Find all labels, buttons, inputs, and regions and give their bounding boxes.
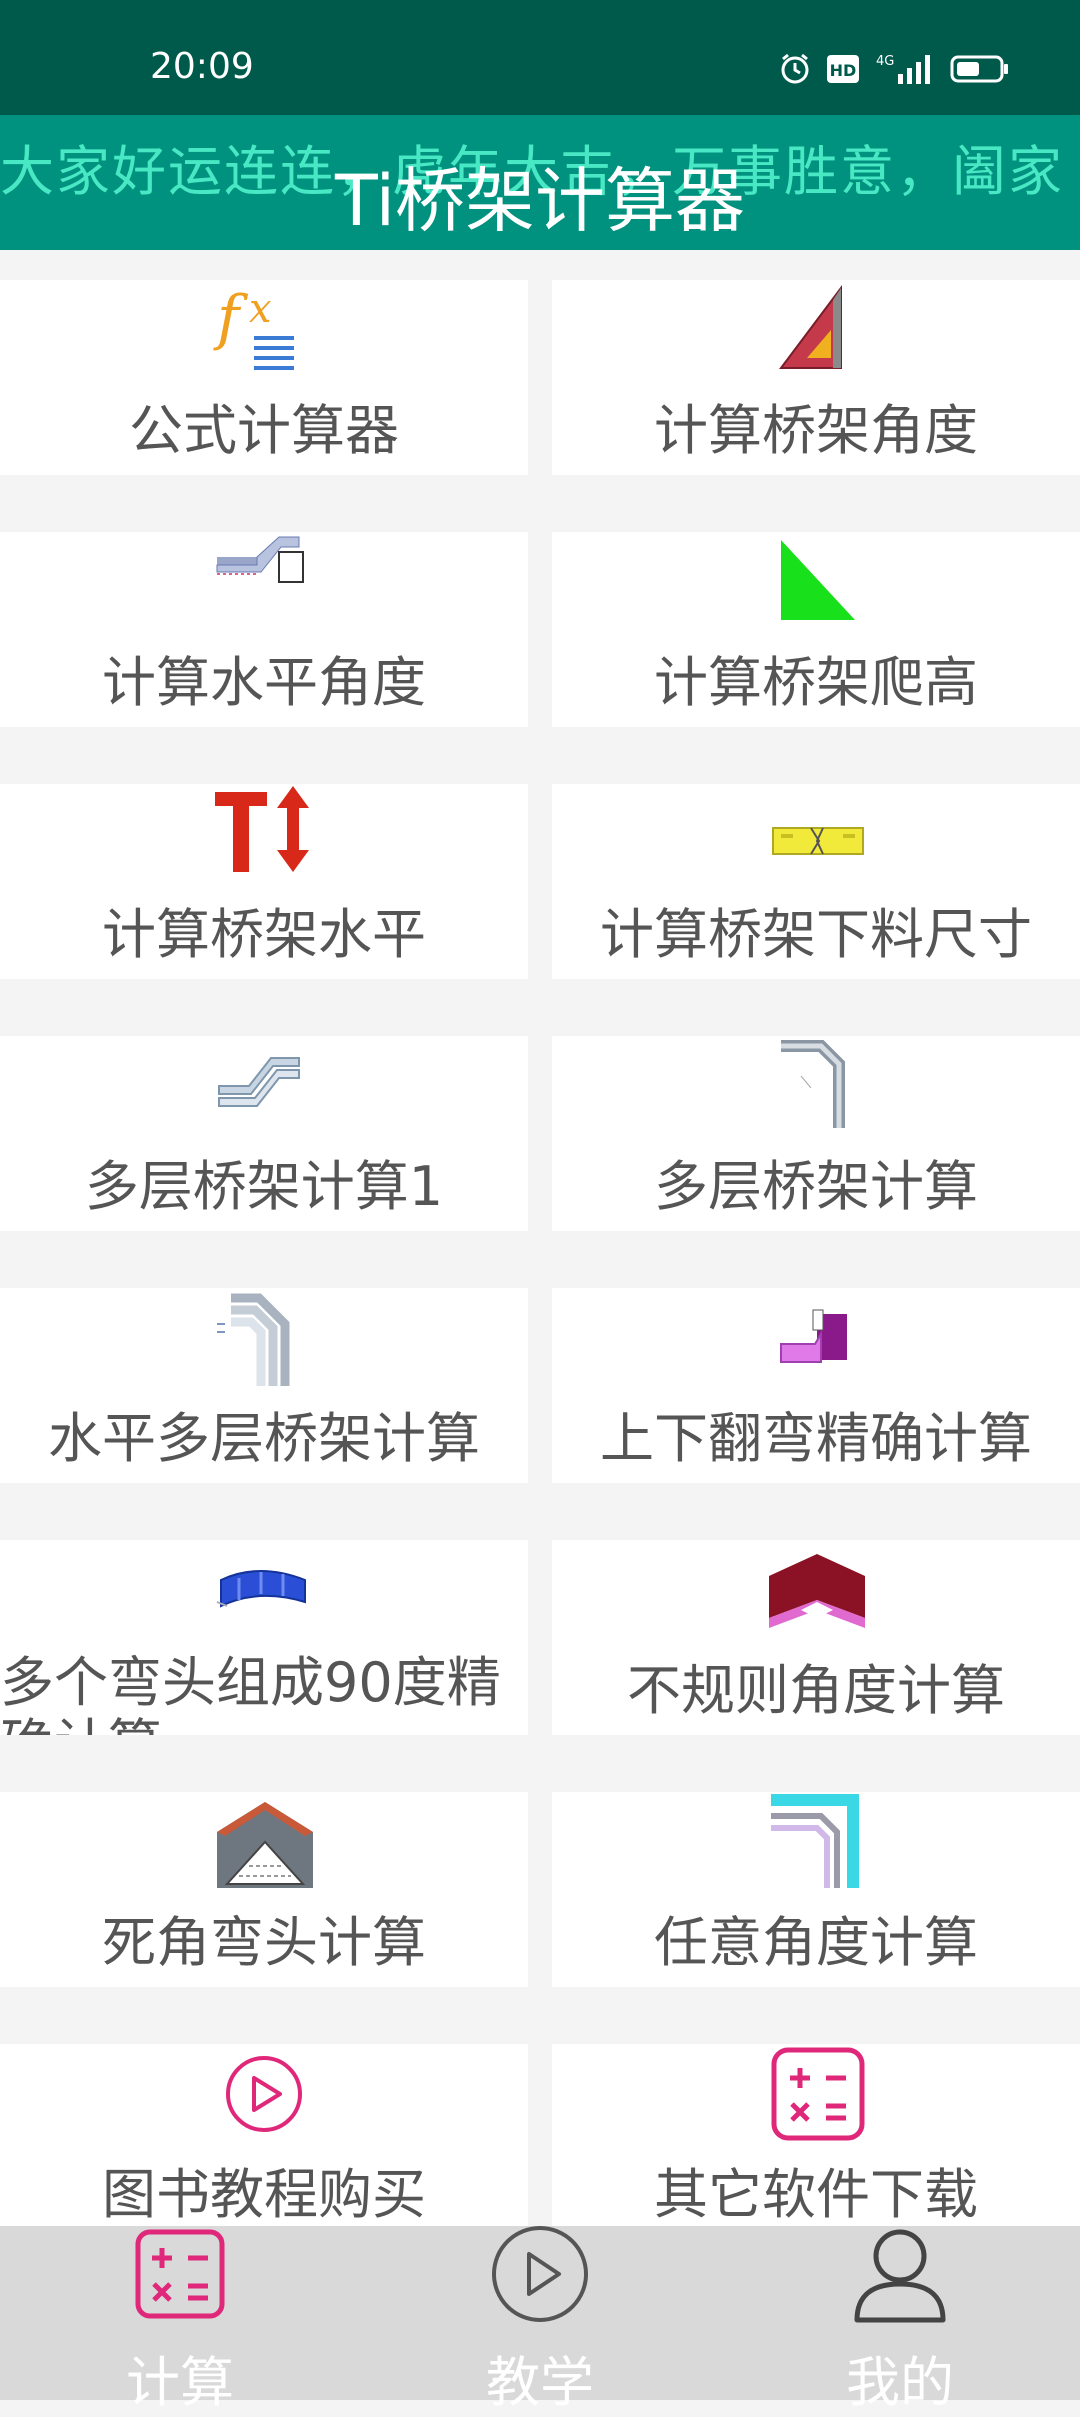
menu-item-multilayer-tray[interactable]: 多层桥架计算 (552, 1036, 1080, 1231)
signal-icon: 4G (876, 54, 930, 84)
menu-item-label: 计算桥架爬高 (654, 651, 978, 714)
menu-item-label: 计算桥架水平 (102, 903, 426, 966)
menu-item-label: 死角弯头计算 (102, 1911, 426, 1974)
person-icon (854, 2229, 946, 2323)
menu-item-label: 公式计算器 (129, 399, 399, 462)
red-triangle-icon (779, 285, 842, 369)
purple-bend-icon (780, 1309, 847, 1363)
blue-elbow-icon (216, 1570, 306, 1608)
menu-item-any-angle[interactable]: 任意角度计算 (552, 1792, 1080, 1987)
menu-item-formula-calculator[interactable]: f x 公式计算器 (0, 280, 528, 475)
green-triangle-icon (781, 540, 855, 620)
status-bar: 20:09 HD 4G (0, 0, 1080, 115)
yellow-tray-icon (772, 827, 864, 855)
app-title: Ti桥架计算器 (334, 160, 746, 242)
red-t-arrow-icon (215, 786, 309, 872)
nav-label: 计算 (126, 2351, 234, 2414)
menu-item-label: 多个弯头组成90度精确计算 (0, 1651, 501, 1736)
menu-item-dead-corner-elbow[interactable]: 死角弯头计算 (0, 1792, 528, 1987)
gray-roof-icon (217, 1802, 313, 1888)
menu-item-horizontal-angle[interactable]: 计算水平角度 (0, 532, 528, 727)
multilayer-step-icon (218, 1057, 300, 1107)
menu-item-label: 其它软件下载 (654, 2163, 978, 2226)
bottom-nav: 计算 教学 我的 (0, 2226, 1080, 2414)
calculator-icon (135, 2229, 225, 2319)
play-circle-icon (492, 2226, 588, 2322)
dark-red-roof-icon (769, 1554, 865, 1628)
svg-text:x: x (249, 286, 272, 332)
cyan-corner-icon (771, 1794, 859, 1888)
menu-item-label: 水平多层桥架计算 (48, 1407, 480, 1470)
menu-item-multilayer-tray-1[interactable]: 多层桥架计算1 (0, 1036, 528, 1231)
menu-item-multi-elbow-90[interactable]: 多个弯头组成90度精确计算 (0, 1540, 528, 1735)
battery-icon (950, 55, 1008, 83)
horizontal-bend-icon (216, 536, 304, 583)
horizontal-multilayer-icon (217, 1293, 290, 1386)
menu-item-tray-climb[interactable]: 计算桥架爬高 (552, 532, 1080, 727)
nav-tab-mine[interactable]: 我的 (720, 2226, 1080, 2414)
menu-item-label: 计算水平角度 (102, 651, 426, 714)
alarm-icon (781, 53, 809, 84)
calculator-icon (771, 2047, 865, 2141)
nav-tab-tutorial[interactable]: 教学 (360, 2226, 720, 2414)
menu-item-label: 计算桥架下料尺寸 (600, 903, 1032, 966)
nav-label: 我的 (846, 2351, 954, 2414)
title-bar: 大家好运连连，虎年大吉，万事胜意，阖家 Ti桥架计算器 (0, 115, 1080, 250)
menu-item-label: 不规则角度计算 (627, 1659, 1005, 1722)
menu-item-up-down-bend[interactable]: 上下翻弯精确计算 (552, 1288, 1080, 1483)
menu-item-label: 多层桥架计算1 (84, 1155, 444, 1218)
svg-text:f: f (213, 283, 249, 353)
menu-item-tray-angle[interactable]: 计算桥架角度 (552, 280, 1080, 475)
svg-text:HD: HD (830, 61, 857, 80)
menu-item-software-download[interactable]: 其它软件下载 (552, 2044, 1080, 2234)
menu-item-book-purchase[interactable]: 图书教程购买 (0, 2044, 528, 2234)
menu-item-label: 上下翻弯精确计算 (600, 1407, 1032, 1470)
multilayer-elbow-icon (781, 1040, 845, 1128)
menu-item-tray-cutting-size[interactable]: 计算桥架下料尺寸 (552, 784, 1080, 979)
status-time: 20:09 (150, 46, 254, 87)
network-type: 4G (876, 54, 894, 69)
nav-tab-calculate[interactable]: 计算 (0, 2226, 360, 2414)
menu-item-label: 任意角度计算 (654, 1911, 978, 1974)
menu-item-horizontal-multilayer[interactable]: 水平多层桥架计算 (0, 1288, 528, 1483)
menu-item-label: 图书教程购买 (102, 2163, 426, 2226)
hd-icon: HD (827, 55, 859, 83)
menu-item-label: 多层桥架计算 (654, 1155, 978, 1218)
menu-item-label: 计算桥架角度 (654, 399, 978, 462)
formula-fx-icon: f x (213, 283, 294, 370)
menu-item-irregular-angle[interactable]: 不规则角度计算 (552, 1540, 1080, 1735)
nav-label: 教学 (486, 2351, 594, 2414)
play-circle-icon (226, 2056, 302, 2132)
menu-item-tray-horizontal[interactable]: 计算桥架水平 (0, 784, 528, 979)
status-icons: HD 4G (778, 52, 1010, 86)
